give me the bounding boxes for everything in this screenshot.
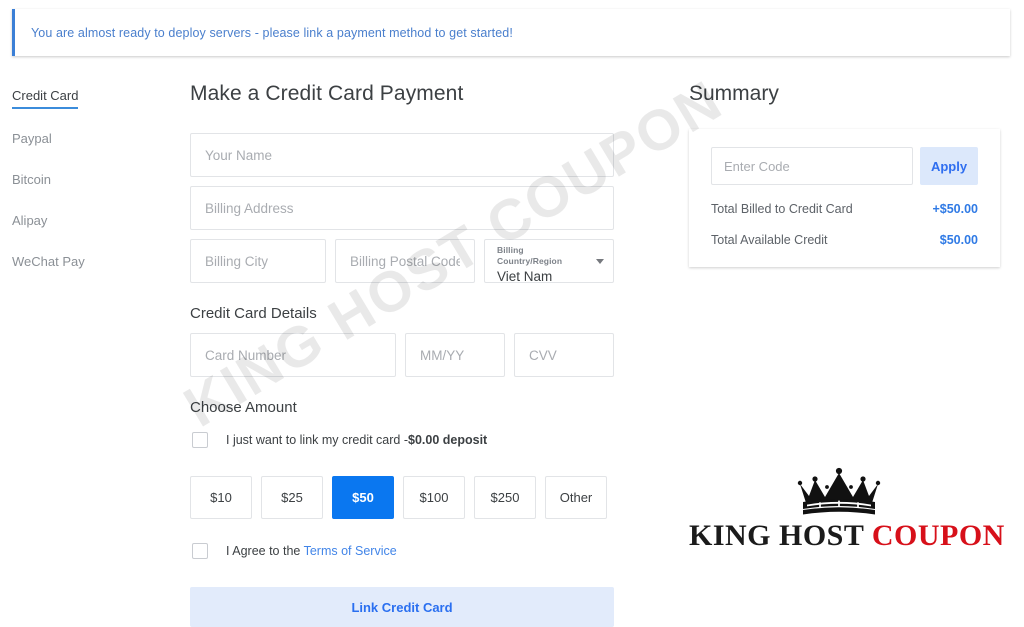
credit-card-details-heading: Credit Card Details <box>190 305 317 322</box>
notification-banner: You are almost ready to deploy servers -… <box>12 9 1010 56</box>
billing-postal-code-input[interactable] <box>335 239 475 283</box>
summary-row-billed: Total Billed to Credit Card +$50.00 <box>711 202 978 216</box>
terms-checkbox-row[interactable]: I Agree to the Terms of Service <box>190 543 614 559</box>
link-only-checkbox-row[interactable]: I just want to link my credit card -$0.0… <box>190 432 614 448</box>
terms-label: I Agree to the Terms of Service <box>226 544 397 558</box>
sidebar-item-alipay[interactable]: Alipay <box>12 214 47 232</box>
amount-option-100[interactable]: $100 <box>403 476 465 519</box>
summary-row-credit-value: $50.00 <box>939 233 978 247</box>
link-only-checkbox[interactable] <box>192 432 208 448</box>
summary-title: Summary <box>689 82 779 105</box>
summary-row-billed-value: +$50.00 <box>932 202 978 216</box>
link-only-text: I just want to link my credit card - <box>226 433 409 447</box>
amount-option-10[interactable]: $10 <box>190 476 252 519</box>
summary-row-credit: Total Available Credit $50.00 <box>711 233 978 247</box>
sidebar-item-paypal[interactable]: Paypal <box>12 132 52 150</box>
choose-amount-heading: Choose Amount <box>190 399 297 416</box>
terms-text: I Agree to the <box>226 544 304 558</box>
page-title: Make a Credit Card Payment <box>190 82 464 105</box>
card-expiry-input[interactable] <box>405 333 505 377</box>
terms-checkbox[interactable] <box>192 543 208 559</box>
billing-country-label: Billing Country/Region <box>497 245 563 266</box>
banner-message: You are almost ready to deploy servers -… <box>31 25 513 40</box>
name-input[interactable] <box>190 133 614 177</box>
card-cvv-input[interactable] <box>514 333 614 377</box>
payment-method-sidebar: Credit Card Paypal Bitcoin Alipay WeChat… <box>12 88 162 295</box>
amount-option-other[interactable]: Other <box>545 476 607 519</box>
chevron-down-icon <box>596 259 604 264</box>
billing-city-input[interactable] <box>190 239 326 283</box>
billing-address-input[interactable] <box>190 186 614 230</box>
billing-country-select[interactable]: Billing Country/Region Viet Nam <box>484 239 614 284</box>
apply-code-button[interactable]: Apply <box>920 147 978 185</box>
king-host-coupon-logo: KING HOST COUPON <box>689 466 1004 552</box>
amount-option-250[interactable]: $250 <box>474 476 536 519</box>
summary-card: Apply Total Billed to Credit Card +$50.0… <box>689 129 1000 267</box>
crown-icon <box>797 467 881 515</box>
billing-location-row: Billing Country/Region Viet Nam <box>190 239 614 284</box>
sidebar-item-credit-card[interactable]: Credit Card <box>12 89 79 109</box>
terms-of-service-link[interactable]: Terms of Service <box>304 544 397 558</box>
sidebar-item-bitcoin[interactable]: Bitcoin <box>12 173 51 191</box>
payment-page: You are almost ready to deploy servers -… <box>0 0 1024 627</box>
summary-panel: Summary Apply Total Billed to Credit Car… <box>689 82 1000 267</box>
sidebar-item-wechat-pay[interactable]: WeChat Pay <box>12 255 85 273</box>
promo-code-row: Apply <box>711 147 978 185</box>
logo-word-coupon: COUPON <box>871 519 1005 552</box>
amount-option-50[interactable]: $50 <box>332 476 394 519</box>
card-number-input[interactable] <box>190 333 396 377</box>
logo-wordmark: KING HOST COUPON <box>689 519 1004 552</box>
summary-row-billed-label: Total Billed to Credit Card <box>711 202 853 216</box>
summary-row-credit-label: Total Available Credit <box>711 233 828 247</box>
amount-option-25[interactable]: $25 <box>261 476 323 519</box>
link-only-amount: $0.00 deposit <box>408 433 488 447</box>
payment-form: Make a Credit Card Payment Billing Count… <box>190 82 614 627</box>
link-only-label: I just want to link my credit card -$0.0… <box>226 433 487 447</box>
billing-country-value: Viet Nam <box>497 269 553 284</box>
promo-code-input[interactable] <box>711 147 913 185</box>
logo-word-king-host: KING HOST <box>689 519 864 552</box>
card-details-row <box>190 333 614 377</box>
amount-options: $10 $25 $50 $100 $250 Other <box>190 476 614 519</box>
link-credit-card-button[interactable]: Link Credit Card <box>190 587 614 627</box>
